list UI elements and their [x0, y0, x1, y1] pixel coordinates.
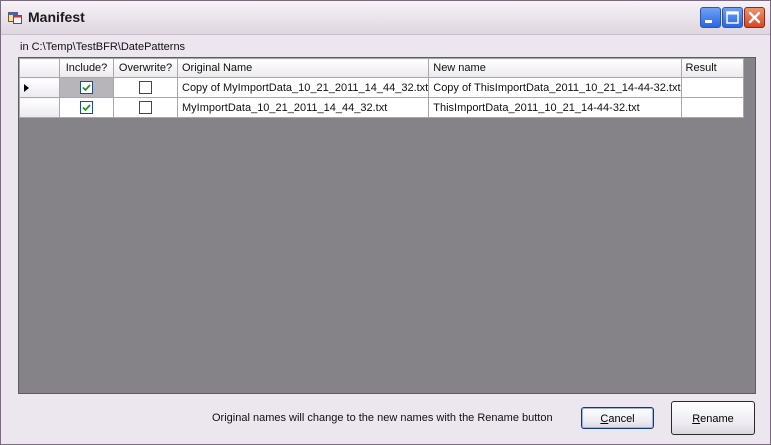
overwrite-checkbox[interactable]: [139, 81, 152, 94]
column-header-overwrite[interactable]: Overwrite?: [113, 58, 178, 78]
column-header-include[interactable]: Include?: [59, 58, 114, 78]
folder-path-label: in C:\Temp\TestBFR\DatePatterns: [20, 41, 186, 53]
column-header-original-name[interactable]: Original Name: [176, 58, 430, 78]
header-row: Include? Overwrite? Original Name New na…: [19, 58, 744, 78]
original-name-cell[interactable]: MyImportData_10_21_2011_14_44_32.txt: [176, 97, 430, 118]
title-bar[interactable]: Manifest: [1, 1, 770, 35]
overwrite-checkbox[interactable]: [139, 101, 152, 114]
row-header[interactable]: [19, 77, 60, 98]
manifest-window: Manifest in C:\Temp\TestBFR\DatePatterns: [0, 0, 771, 445]
table-row[interactable]: MyImportData_10_21_2011_14_44_32.txt Thi…: [19, 97, 744, 118]
manifest-table: Include? Overwrite? Original Name New na…: [19, 58, 744, 118]
current-row-arrow-icon: [24, 83, 29, 92]
new-name-cell[interactable]: Copy of ThisImportData_2011_10_21_14-44-…: [428, 77, 682, 98]
rename-button[interactable]: Rename: [671, 401, 755, 435]
include-cell[interactable]: [59, 97, 114, 118]
rename-accelerator: R: [692, 413, 701, 425]
overwrite-cell[interactable]: [113, 77, 178, 98]
column-header-result[interactable]: Result: [680, 58, 744, 78]
result-cell[interactable]: [680, 77, 744, 98]
row-header[interactable]: [19, 97, 60, 118]
cancel-button[interactable]: Cancel: [581, 407, 654, 429]
new-name-cell[interactable]: ThisImportData_2011_10_21_14-44-32.txt: [428, 97, 682, 118]
cancel-label: ancel: [608, 413, 635, 425]
original-name-cell[interactable]: Copy of MyImportData_10_21_2011_14_44_32…: [176, 77, 430, 98]
manifest-grid[interactable]: Include? Overwrite? Original Name New na…: [18, 57, 756, 394]
close-icon: [748, 11, 761, 24]
checkmark-icon: [82, 104, 91, 112]
minimize-icon: [705, 20, 712, 23]
include-cell[interactable]: [59, 77, 114, 98]
result-cell[interactable]: [680, 97, 744, 118]
minimize-button[interactable]: [700, 7, 721, 28]
checkmark-icon: [82, 84, 91, 92]
maximize-icon: [726, 11, 739, 24]
rename-hint-text: Original names will change to the new na…: [212, 412, 553, 424]
rename-label: ename: [700, 413, 734, 425]
maximize-button[interactable]: [722, 7, 743, 28]
include-checkbox[interactable]: [80, 81, 93, 94]
table-row[interactable]: Copy of MyImportData_10_21_2011_14_44_32…: [19, 77, 744, 98]
include-checkbox[interactable]: [80, 101, 93, 114]
overwrite-cell[interactable]: [113, 97, 178, 118]
app-window-icon: [8, 12, 22, 24]
close-button[interactable]: [744, 7, 765, 28]
column-header-new-name[interactable]: New name: [428, 58, 682, 78]
window-title: Manifest: [28, 9, 85, 25]
row-header-corner: [19, 58, 60, 78]
